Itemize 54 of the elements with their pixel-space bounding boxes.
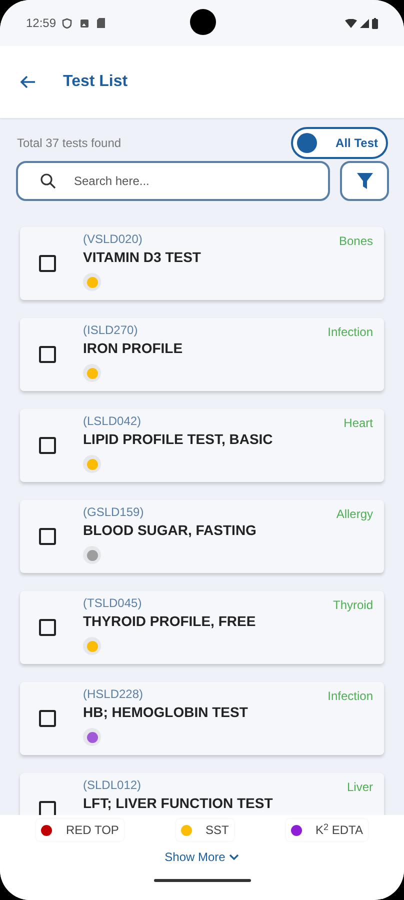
test-code: (LSLD042) (83, 413, 142, 429)
test-card[interactable]: (LSLD042) LIPID PROFILE TEST, BASIC Heart (20, 409, 384, 482)
search-field[interactable]: Search here... (16, 161, 330, 201)
test-category: Thyroid (332, 597, 373, 613)
test-code: (TSLD045) (83, 595, 142, 611)
test-name: VITAMIN D3 TEST (83, 248, 201, 267)
checkbox[interactable] (39, 255, 56, 272)
signal-icon (360, 18, 369, 28)
test-category: Infection (328, 688, 373, 704)
test-code: (GSLD159) (83, 504, 144, 520)
test-card[interactable]: (HSLD228) HB; HEMOGLOBIN TEST Infection (20, 682, 384, 755)
camera-cutout (190, 9, 216, 35)
legend-label: RED TOP (66, 822, 119, 839)
test-card[interactable]: (SLDL012) LFT; LIVER FUNCTION TEST Liver (20, 773, 384, 815)
legend-label: K$^{2}$ EDTA (316, 821, 363, 839)
all-test-toggle[interactable]: All Test (291, 127, 388, 159)
checkbox[interactable] (39, 528, 56, 545)
checkbox[interactable] (39, 710, 56, 727)
test-card[interactable]: (ISLD270) IRON PROFILE Infection (20, 318, 384, 391)
checkbox[interactable] (39, 346, 56, 363)
test-category: Liver (346, 779, 373, 795)
test-category: Bones (338, 233, 373, 249)
sim-card-icon (97, 18, 106, 28)
test-name: HB; HEMOGLOBIN TEST (83, 703, 248, 722)
test-category: Infection (328, 324, 373, 340)
filter-icon (356, 172, 374, 190)
test-name: IRON PROFILE (83, 339, 183, 358)
checkbox[interactable] (39, 437, 56, 454)
test-name: THYROID PROFILE, FREE (83, 612, 256, 631)
test-code: (SLDL012) (83, 777, 142, 793)
test-code: (VSLD020) (83, 231, 142, 247)
chevron-down-icon (229, 854, 240, 860)
battery-icon (372, 18, 378, 28)
test-name: LIPID PROFILE TEST, BASIC (83, 430, 273, 449)
search-icon (40, 173, 56, 189)
test-card[interactable]: (TSLD045) THYROID PROFILE, FREE Thyroid (20, 591, 384, 664)
show-more-button[interactable]: Show More (164, 848, 240, 866)
test-category: Heart (344, 415, 373, 431)
filter-button[interactable] (340, 161, 389, 201)
test-card[interactable]: (VSLD020) VITAMIN D3 TEST Bones (20, 227, 384, 300)
test-name: BLOOD SUGAR, FASTING (83, 521, 256, 540)
page-title: Test List (63, 72, 128, 92)
test-card[interactable]: (GSLD159) BLOOD SUGAR, FASTING Allergy (20, 500, 384, 573)
test-name: LFT; LIVER FUNCTION TEST (83, 794, 273, 813)
status-time: 12:59 (26, 15, 56, 32)
legend-label: SST (206, 822, 229, 839)
test-code: (ISLD270) (83, 322, 138, 338)
results-count: Total 37 tests found (17, 135, 122, 152)
test-category: Allergy (336, 506, 373, 522)
checkbox[interactable] (39, 619, 56, 636)
shield-icon (62, 18, 72, 28)
test-code: (HSLD228) (83, 686, 144, 702)
image-icon (80, 18, 90, 28)
wifi-icon (345, 18, 357, 28)
